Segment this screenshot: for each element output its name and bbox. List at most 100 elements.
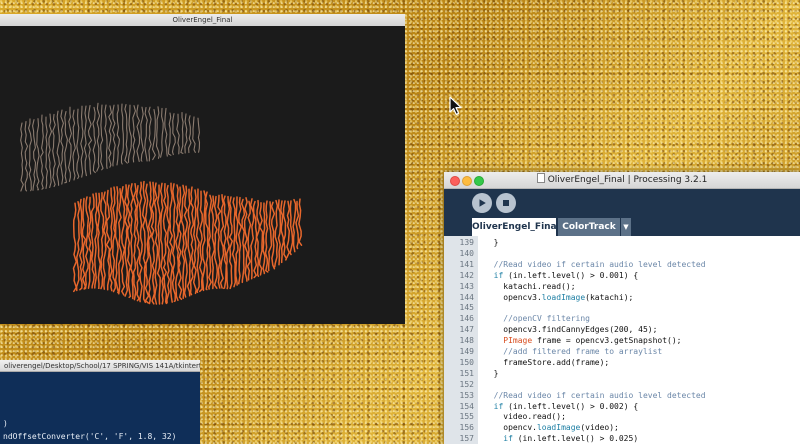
edge-stroke xyxy=(176,113,180,155)
line-number: 143 xyxy=(459,281,474,291)
code-line[interactable]: if (in.left.level() > 0.001) { xyxy=(484,270,639,280)
code-line[interactable]: //Read video if certain audio level dete… xyxy=(484,260,706,269)
edge-stroke xyxy=(36,118,40,191)
edge-stroke xyxy=(64,110,68,184)
code-token: katachi.read(); xyxy=(484,281,576,291)
line-number: 150 xyxy=(459,357,474,367)
edge-stroke xyxy=(72,202,78,293)
edge-stroke xyxy=(111,186,117,293)
terminal-window-title[interactable]: oliverengel/Desktop/School/17 SPRING/VIS… xyxy=(0,360,200,372)
edge-stroke xyxy=(28,118,32,192)
code-line[interactable]: } xyxy=(484,369,499,378)
edge-stroke xyxy=(246,200,252,281)
run-button[interactable] xyxy=(472,193,492,213)
line-number: 148 xyxy=(459,336,474,346)
edge-stroke xyxy=(270,201,276,270)
edge-stroke xyxy=(264,200,269,273)
edge-stroke xyxy=(186,188,192,297)
edge-stroke xyxy=(298,198,303,246)
code-token: (in.left.level() > 0.025) xyxy=(512,434,639,444)
edge-stroke xyxy=(195,188,200,294)
tab-menu-button[interactable]: ▼ xyxy=(621,218,631,236)
edge-stroke xyxy=(192,116,196,153)
terminal-window[interactable]: oliverengel/Desktop/School/17 SPRING/VIS… xyxy=(0,360,200,444)
edge-stroke xyxy=(72,109,76,181)
code-token: opencv3.findCannyEdges(200, 45); xyxy=(484,325,658,335)
edge-stroke xyxy=(180,184,186,299)
edge-stroke xyxy=(60,109,64,185)
play-icon xyxy=(479,199,486,207)
edge-stroke xyxy=(177,186,183,301)
edge-stroke xyxy=(217,194,222,289)
line-number: 139 xyxy=(459,238,474,247)
edge-stroke xyxy=(100,104,104,171)
edge-stroke xyxy=(156,184,161,305)
ide-titlebar[interactable]: OliverEngel_Final | Processing 3.2.1 xyxy=(444,172,800,189)
edge-stroke xyxy=(210,195,216,290)
edge-stroke xyxy=(180,111,184,154)
edge-stroke xyxy=(267,201,273,272)
code-line[interactable]: //openCV filtering xyxy=(484,314,590,323)
stop-button[interactable] xyxy=(496,193,516,213)
line-number: 149 xyxy=(459,347,474,356)
code-token: //Read video if certain audio level dete… xyxy=(484,390,706,400)
edge-stroke xyxy=(68,106,72,182)
edge-stroke xyxy=(150,181,156,305)
code-line[interactable]: if (in.left.level() > 0.025) xyxy=(484,434,638,443)
code-line[interactable]: } xyxy=(484,238,499,247)
code-token: video.read(); xyxy=(484,412,566,422)
code-line[interactable]: katachi.read(); xyxy=(484,281,576,291)
edge-stroke xyxy=(111,104,116,167)
edge-stroke xyxy=(116,104,120,166)
ide-tab-bar: OliverEngel_Final ColorTrack ▼ xyxy=(444,218,800,236)
sketch-output-window[interactable]: OliverEngel_Final xyxy=(0,14,405,324)
edge-stroke xyxy=(282,200,288,261)
line-number: 154 xyxy=(459,401,474,411)
edge-stroke xyxy=(132,182,138,301)
edge-stroke xyxy=(140,106,144,162)
code-token: if xyxy=(493,401,504,411)
edge-stroke xyxy=(144,107,148,162)
tab-colortrack[interactable]: ColorTrack xyxy=(558,218,620,236)
edge-lines-artwork xyxy=(20,102,303,305)
sketch-canvas xyxy=(0,26,405,324)
edge-stroke xyxy=(262,202,266,275)
tab-oliverengel-final[interactable]: OliverEngel_Final xyxy=(472,218,560,236)
code-line[interactable]: //Read video if certain audio level dete… xyxy=(484,391,706,400)
code-line[interactable]: opencv.loadImage(video); xyxy=(484,423,619,432)
processing-ide-window[interactable]: OliverEngel_Final | Processing 3.2.1 Oli… xyxy=(444,172,800,444)
edge-stroke xyxy=(162,182,168,305)
line-number: 140 xyxy=(459,248,474,258)
code-token: (in.left.level() > 0.001) { xyxy=(503,270,639,280)
edge-stroke xyxy=(114,186,120,294)
edge-stroke xyxy=(108,105,112,168)
code-line[interactable]: video.read(); xyxy=(484,412,566,421)
code-line[interactable]: opencv3.loadImage(katachi); xyxy=(484,293,633,302)
edge-stroke xyxy=(148,106,152,162)
line-number: 147 xyxy=(459,325,474,335)
terminal-body[interactable]: ) ndOffsetConverter('C', 'F', 1.8, 32) xyxy=(0,372,200,444)
edge-stroke xyxy=(274,199,279,268)
edge-stroke xyxy=(235,196,239,286)
code-editor[interactable]: 139 140 141 142 143 144 145 146 147 148 149 150 151 1… xyxy=(444,236,800,444)
edge-stroke xyxy=(167,112,172,156)
code-token: //add filtered frame to arraylist xyxy=(484,347,663,356)
code-line[interactable]: PImage frame = opencv3.getSnapshot(); xyxy=(484,336,681,345)
edge-stroke xyxy=(258,201,264,276)
code-line[interactable]: //add filtered frame to arraylist xyxy=(484,347,662,356)
code-token: opencv. xyxy=(484,423,537,433)
edge-stroke xyxy=(289,200,294,256)
edge-stroke xyxy=(222,195,228,290)
code-line[interactable]: opencv3.findCannyEdges(200, 45); xyxy=(484,325,657,334)
code-line[interactable]: if (in.left.level() > 0.002) { xyxy=(484,401,639,411)
code-line[interactable]: frameStore.add(frame); xyxy=(484,358,609,367)
edge-stroke xyxy=(102,191,108,290)
edge-stroke xyxy=(118,188,123,295)
edge-stroke xyxy=(207,194,213,290)
edge-stroke xyxy=(87,196,92,289)
edge-stroke xyxy=(174,184,180,302)
edge-stroke xyxy=(141,180,147,304)
